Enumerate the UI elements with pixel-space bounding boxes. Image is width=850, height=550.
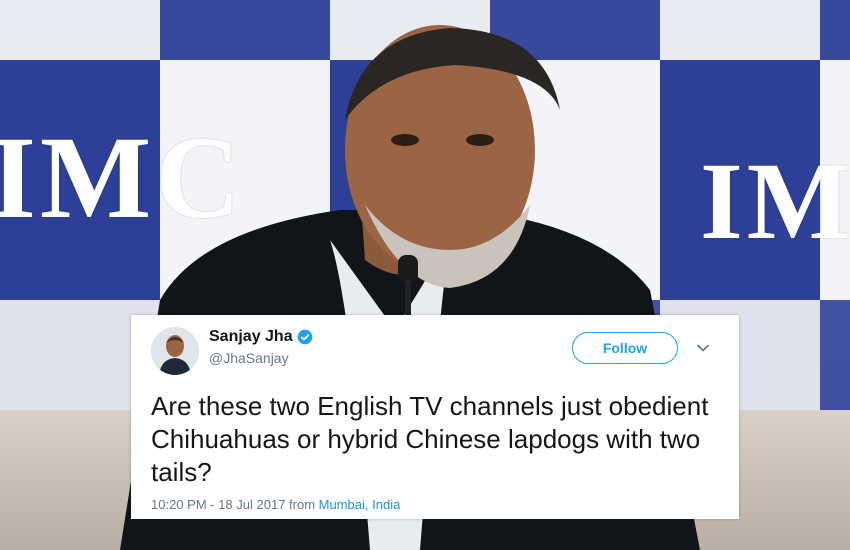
author-avatar[interactable] xyxy=(151,327,199,375)
author-name[interactable]: Sanjay Jha xyxy=(209,328,293,346)
tweet-card: Sanjay Jha @JhaSanjay Follow Are these t… xyxy=(131,315,739,519)
author-handle[interactable]: @JhaSanjay xyxy=(209,350,289,366)
chevron-down-icon[interactable] xyxy=(694,339,712,357)
author-name-row: Sanjay Jha xyxy=(209,327,313,347)
follow-button[interactable]: Follow xyxy=(572,332,678,364)
tweet-text: Are these two English TV channels just o… xyxy=(151,391,709,487)
avatar-image xyxy=(151,327,199,375)
tweet-timestamp[interactable]: 10:20 PM - 18 Jul 2017 xyxy=(151,497,285,512)
verified-badge-icon xyxy=(297,329,312,345)
from-label: from xyxy=(289,497,316,512)
tweet-location-link[interactable]: Mumbai, India xyxy=(319,497,401,512)
tweet-meta: 10:20 PM - 18 Jul 2017 from Mumbai, Indi… xyxy=(151,497,400,512)
